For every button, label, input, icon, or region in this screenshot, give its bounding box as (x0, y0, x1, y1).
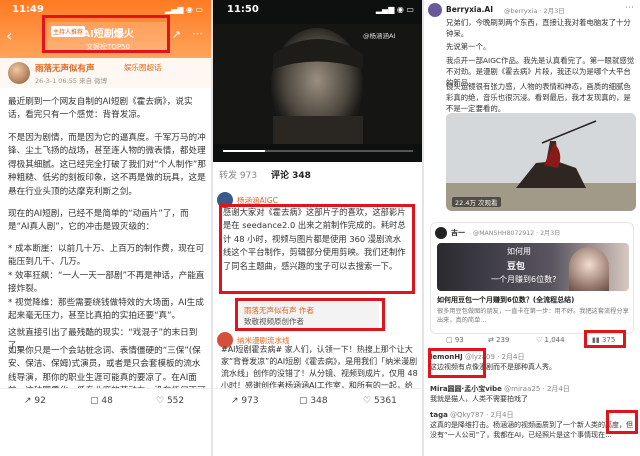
highlight-box (219, 204, 415, 294)
author-row: 雨落无声似有声 娱乐圈超话 26-3-1 06:55 来自 微博 (0, 58, 211, 88)
like-button[interactable]: ♡ 552 (156, 396, 184, 406)
like-count: 552 (166, 396, 185, 406)
share-icon[interactable]: ↗ (172, 28, 181, 41)
status-time: 11:50 (227, 4, 259, 15)
video-progress-bar[interactable] (223, 150, 413, 152)
like-button[interactable]: ♡ 5361 (363, 396, 397, 406)
second-comment-text: #AI短剧霍去病# 家人们，认领一下！热搜上那个让大家“背脊发凉”的AI短剧《霍… (221, 345, 418, 388)
post-meta: 26-3-1 06:55 来自 微博 (35, 77, 108, 85)
tab-reposts[interactable]: 转发 973 (219, 168, 257, 181)
more-icon[interactable]: ⋯ (192, 27, 203, 40)
share-button[interactable]: ↗ 92 (24, 396, 46, 406)
tab-comments[interactable]: 评论 348 (271, 168, 311, 181)
video-progress-fill (223, 150, 265, 152)
reply-author: taga (430, 411, 448, 419)
avatar[interactable] (8, 62, 30, 84)
author-name[interactable]: Berryxia.AI (446, 5, 493, 14)
post-paragraph-8: 如果你只是一个会站桩念词、表情僵硬的“三保”(保安、保洁、保姆)式演员，或者是只… (8, 346, 206, 389)
avatar[interactable] (428, 3, 442, 17)
status-icons: ▂▄▆ ◉ ▭ (375, 5, 414, 14)
share-button[interactable]: ↗ 973 (231, 396, 259, 406)
share-count: 92 (34, 396, 46, 406)
quote-caption: 如何用豆包一个月赚到6位数？(全流程总结) (437, 296, 575, 304)
reply-handle: @Qky787 · 2月4日 (450, 411, 514, 419)
video-view-count: 22.4万 次观看 (452, 197, 501, 207)
cover-title-line-3: 一个月赚到6位数? (491, 275, 557, 284)
author-handle: @berryxia · 2月3日 (504, 7, 565, 15)
back-arrow-icon[interactable]: ‹ (6, 26, 12, 45)
post-action-bar: ↗ 92 ▢ 48 ♡ 552 (0, 388, 211, 414)
like-count: 5361 (373, 396, 397, 406)
post-paragraph-5: * 效率狂飙：“一人一天一部剧”不再是神话，产能直接炸裂。 (8, 271, 205, 295)
video-frame (213, 24, 422, 144)
post-paragraph-6: * 视觉降维：那些需要绕钱做特效的大场面，AI生成起来毫无压力，甚至比真拍的实拍… (8, 298, 204, 322)
quote-author: 吉一 (451, 229, 465, 237)
weibo-hashtag-panel: 11:49 ▂▄▆ ◉ ▭ ‹ 主持人推荐 AI短剧爆火 文娱榜TOP50 ↗ … (0, 0, 211, 456)
comment-button[interactable]: ▢ 48 (90, 396, 113, 406)
post-paragraph-2: 不是因为剧情，而是因为它的逼真度。千军万马的冲锋、尘土飞扬的战场，甚至连人物的微… (8, 133, 206, 197)
highlight-box (606, 410, 638, 434)
cover-portrait (569, 247, 609, 291)
share-count: 973 (241, 396, 259, 406)
post-paragraph-3: 现在的AI短剧，已经不是简单的“动画片”了，而是“AI真人剧”，它的冲击是毁灭级… (8, 209, 189, 233)
cover-title-line-2: 豆包 (507, 262, 526, 272)
reply-handle: @miraa25 · 2月4日 (504, 385, 570, 393)
video-watermark: @杨涵涵AI (363, 32, 396, 40)
highlight-box (42, 15, 170, 53)
embedded-video[interactable]: 22.4万 次观看 (446, 113, 636, 211)
post-text-1: 兄弟们，今晚刷到两个东西，直接让我对着电脑发了十分钟呆。 (446, 18, 631, 38)
post-action-bar: ↗ 973 ▢ 348 ♡ 5361 (213, 388, 422, 414)
highlight-box (428, 348, 486, 378)
reply-text: 我就是猫人，人类不需要拍戏了 (430, 395, 528, 403)
comment-tabs: 转发 973 评论 348 (213, 164, 422, 182)
post-text-4: 镜头运镜很有张力感，人物的表情和神态，画质的细腻色彩真的绝，音乐也很沉浸。看到最… (446, 82, 631, 113)
post-text-2: 先说第一个。 (446, 42, 491, 51)
repost-count: 239 (496, 336, 510, 344)
x-post-panel: Berryxia.AI @berryxia · 2月3日 ⋯ 兄弟们，今晚刷到两… (424, 0, 640, 456)
like-count: 1,044 (544, 336, 565, 344)
quote-cover-image: 如何用 豆包 一个月赚到6位数? (437, 243, 629, 291)
reply-button[interactable]: ▢ 93 (446, 336, 464, 344)
more-icon[interactable]: ⋯ (625, 3, 634, 13)
reply-author: Mira圆圆·孟小宝vibe (430, 385, 502, 393)
avatar (435, 227, 447, 239)
highlight-box (235, 298, 385, 331)
highlight-box (584, 330, 626, 348)
reply-count: 93 (454, 336, 464, 344)
author-name[interactable]: 雨落无声似有声 (35, 62, 95, 74)
quoted-post-card[interactable]: 吉一 @MANSHH8072912 · 2月3日 如何用 豆包 一个月赚到6位数… (430, 222, 634, 334)
quote-handle: @MANSHH8072912 · 2月3日 (473, 230, 561, 237)
like-button[interactable]: ♡ 1,044 (536, 336, 565, 344)
topic-tag[interactable]: 娱乐圈超话 (124, 62, 162, 73)
reply-item[interactable]: Mira圆圆·孟小宝vibe @miraa25 · 2月4日 我就是猫人，人类不… (430, 384, 636, 404)
status-time: 11:49 (12, 4, 44, 15)
comment-count: 48 (101, 396, 113, 406)
video-player[interactable]: 11:50 ▂▄▆ ◉ ▭ ‹ ⋯ @杨涵涵AI (213, 0, 422, 162)
post-paragraph-4: * 成本断崖：以前几十万、上百万的制作费，现在可能压到几千、几万。 (8, 244, 205, 268)
comment-button[interactable]: ▢ 348 (299, 396, 328, 406)
weibo-video-comments-panel: 11:50 ▂▄▆ ◉ ▭ ‹ ⋯ @杨涵涵AI 转发 973 评论 348 杨… (213, 0, 422, 456)
status-icons: ▂▄▆ ◉ ▭ (164, 5, 203, 14)
comment-count: 348 (310, 396, 328, 406)
repost-button[interactable]: ⇄ 239 (488, 336, 509, 344)
cover-title-line-1: 如何用 (507, 247, 531, 256)
post-paragraph-1: 最近刷到一个网友自制的AI短剧《霍去病》，说实话，看完只有一个感觉：背脊发凉。 (8, 97, 193, 121)
